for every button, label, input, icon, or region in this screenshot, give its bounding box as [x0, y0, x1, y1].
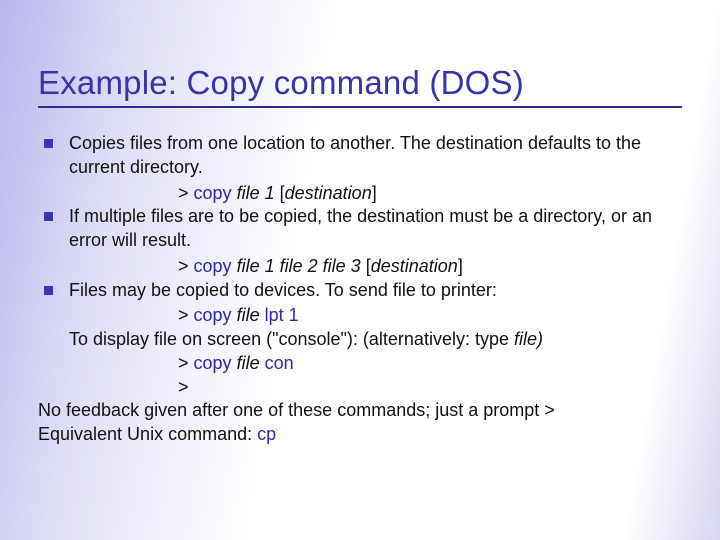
body-line: No feedback given after one of these com…: [38, 399, 682, 423]
bracket-close: ]: [458, 256, 463, 276]
arg-file: file: [514, 329, 537, 349]
square-bullet-icon: [44, 212, 53, 221]
bullet-text: Copies files from one location to anothe…: [69, 132, 682, 180]
bullet-item: If multiple files are to be copied, the …: [38, 205, 682, 253]
slide-body: Copies files from one location to anothe…: [38, 132, 682, 447]
arg-destination: destination: [371, 256, 458, 276]
arg-destination: destination: [285, 183, 372, 203]
arg-file: file: [237, 305, 260, 325]
bullet-text: If multiple files are to be copied, the …: [69, 205, 682, 253]
device-con: con: [265, 353, 294, 373]
console-text-post: ): [537, 329, 543, 349]
unix-cp: cp: [257, 424, 276, 444]
arg-file: file: [237, 353, 260, 373]
copy-keyword: copy: [194, 183, 232, 203]
code-line: >: [178, 376, 682, 400]
prompt-symbol: >: [178, 305, 189, 325]
device-lpt1: lpt 1: [265, 305, 299, 325]
copy-keyword: copy: [194, 305, 232, 325]
code-line: > copy file 1 [destination]: [178, 182, 682, 206]
bullet-item: Files may be copied to devices. To send …: [38, 279, 682, 303]
slide-title: Example: Copy command (DOS): [38, 64, 682, 108]
arg-file1: file 1: [237, 256, 275, 276]
equiv-text: Equivalent Unix command:: [38, 424, 257, 444]
code-line: > copy file con: [178, 352, 682, 376]
square-bullet-icon: [44, 286, 53, 295]
console-text-pre: To display file on screen ("console"): (…: [69, 329, 514, 349]
bracket-close: ]: [372, 183, 377, 203]
code-line: > copy file 1 file 2 file 3 [destination…: [178, 255, 682, 279]
body-line: Equivalent Unix command: cp: [38, 423, 682, 447]
arg-file3: file 3: [323, 256, 361, 276]
prompt-symbol: >: [178, 256, 189, 276]
arg-file2: file 2: [280, 256, 318, 276]
copy-keyword: copy: [194, 256, 232, 276]
square-bullet-icon: [44, 139, 53, 148]
prompt-symbol: >: [178, 183, 189, 203]
prompt-symbol: >: [178, 377, 189, 397]
arg-file1: file 1: [237, 183, 275, 203]
code-line: > copy file lpt 1: [178, 304, 682, 328]
bullet-item: Copies files from one location to anothe…: [38, 132, 682, 180]
copy-keyword: copy: [194, 353, 232, 373]
bullet-text: Files may be copied to devices. To send …: [69, 279, 682, 303]
prompt-symbol: >: [178, 353, 189, 373]
body-line: To display file on screen ("console"): (…: [69, 328, 682, 352]
